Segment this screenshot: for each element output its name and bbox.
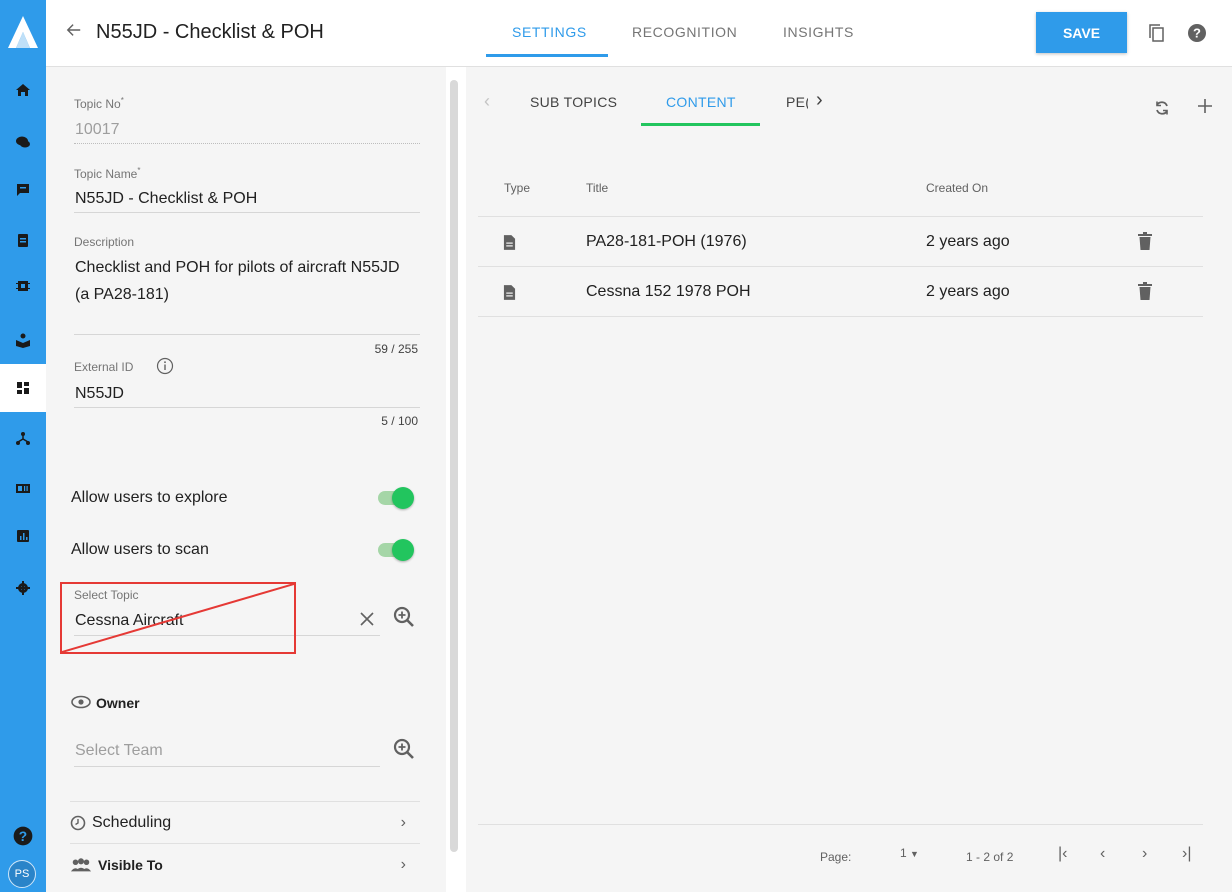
help-icon[interactable]: ? [0,812,46,860]
topic-no-underline [74,143,420,144]
svg-text:?: ? [1193,26,1201,41]
clock-icon [70,815,86,830]
content-created: 2 years ago [926,283,1010,300]
app-logo[interactable] [4,12,42,52]
external-id-label: External ID [74,360,134,374]
nav-home-icon[interactable] [0,66,46,114]
document-icon [503,235,516,250]
select-team-input[interactable]: Select Team [75,742,163,760]
external-id-underline [74,407,420,408]
chevron-right-icon: › [400,855,406,873]
last-page-icon[interactable]: ›| [1182,845,1191,863]
scan-toggle[interactable] [376,537,414,561]
tab-sub-topics[interactable]: SUB TOPICS [530,94,617,110]
zoom-in-icon[interactable] [392,737,416,766]
page-range: 1 - 2 of 2 [966,850,1014,864]
nav-dashboard-icon[interactable] [0,364,46,412]
select-team-underline [74,766,380,767]
nav-hierarchy-icon[interactable] [0,414,46,462]
nav-rail: ? PS [0,0,46,892]
description-counter: 59 / 255 [374,342,418,356]
group-icon [70,857,92,871]
svg-text:?: ? [19,829,27,844]
select-topic-input[interactable]: Cessna Aircraft [75,612,183,630]
visible-to-row[interactable]: Visible To › [70,843,420,885]
tab-content[interactable]: CONTENT [666,94,736,110]
content-title: Cessna 152 1978 POH [586,283,751,300]
nav-clipboard-icon[interactable] [0,216,46,264]
table-footer-divider [478,824,1203,825]
select-topic-underline [74,635,380,636]
form-scrollbar[interactable] [450,80,458,852]
visible-to-label: Visible To [98,856,163,873]
first-page-icon[interactable]: |‹ [1058,845,1067,863]
page-select-value: 1 [900,846,907,860]
nav-chip-icon[interactable] [0,262,46,310]
column-header-type[interactable]: Type [504,181,530,195]
nav-message-icon[interactable] [0,166,46,214]
tab-insights[interactable]: INSIGHTS [783,24,854,40]
table-row[interactable]: PA28-181-POH (1976) 2 years ago [478,217,1203,267]
page-title: N55JD - Checklist & POH [96,21,324,43]
scheduling-label: Scheduling [92,813,172,831]
header-bar: N55JD - Checklist & POH SETTINGS RECOGNI… [46,0,1232,67]
column-header-created[interactable]: Created On [926,181,988,195]
topic-no-label: Topic No* [74,96,124,111]
next-page-icon[interactable]: › [1142,845,1147,863]
topic-settings-form: Topic No* 10017 Topic Name* N55JD - Chec… [46,67,446,892]
topic-name-underline [74,212,420,213]
external-id-input[interactable]: N55JD [75,385,124,403]
external-id-counter: 5 / 100 [381,414,418,428]
nav-id-card-icon[interactable] [0,464,46,512]
scroll-left-icon[interactable]: ‹ [484,91,490,112]
content-created: 2 years ago [926,233,1010,250]
refresh-icon[interactable] [1153,99,1171,122]
delete-icon[interactable] [1138,232,1152,250]
tab-settings[interactable]: SETTINGS [512,24,587,40]
nav-chat-icon[interactable] [0,118,46,166]
description-line-2[interactable]: (a PA28-181) [75,286,169,304]
chevron-right-icon: › [400,813,406,831]
eye-icon [71,695,91,714]
content-panel: ‹ SUB TOPICS CONTENT PE( › Type Title Cr… [466,67,1232,892]
topic-no-value: 10017 [75,121,120,138]
content-title: PA28-181-POH (1976) [586,233,747,250]
back-arrow-icon[interactable] [66,22,84,44]
scan-toggle-label: Allow users to scan [71,541,209,558]
table-row[interactable]: Cessna 152 1978 POH 2 years ago [478,267,1203,317]
select-topic-label: Select Topic [74,588,139,602]
column-header-title[interactable]: Title [586,181,608,195]
zoom-in-icon[interactable] [392,605,416,634]
tab-people[interactable]: PE( [786,94,808,110]
caret-down-icon: ▼ [910,849,919,859]
owner-label: Owner [96,695,140,711]
nav-gear-icon[interactable] [0,564,46,612]
topic-name-label: Topic Name* [74,166,141,181]
scroll-right-icon[interactable]: › [816,89,823,112]
nav-book-icon[interactable] [0,316,46,364]
nav-chart-icon[interactable] [0,512,46,560]
help-icon[interactable]: ? [1186,22,1208,44]
active-subtab-indicator [641,123,760,126]
prev-page-icon[interactable]: ‹ [1100,845,1105,863]
active-tab-indicator [486,54,608,57]
clear-icon[interactable] [358,610,376,633]
document-icon [503,285,516,300]
add-icon[interactable] [1196,97,1214,120]
page-label: Page: [820,850,852,864]
delete-icon[interactable] [1138,282,1152,300]
save-button[interactable]: SAVE [1036,12,1127,53]
description-underline [74,334,420,335]
user-avatar[interactable]: PS [8,860,36,888]
copy-icon[interactable] [1146,22,1168,44]
topic-name-input[interactable]: N55JD - Checklist & POH [75,190,257,208]
page-select[interactable]: 1 ▼ [900,846,919,860]
info-icon[interactable] [156,357,174,380]
explore-toggle[interactable] [376,485,414,509]
scheduling-row[interactable]: Scheduling › [70,801,420,843]
description-line-1[interactable]: Checklist and POH for pilots of aircraft… [75,259,400,277]
description-label: Description [74,235,135,249]
explore-toggle-label: Allow users to explore [71,489,228,506]
tab-recognition[interactable]: RECOGNITION [632,24,737,40]
